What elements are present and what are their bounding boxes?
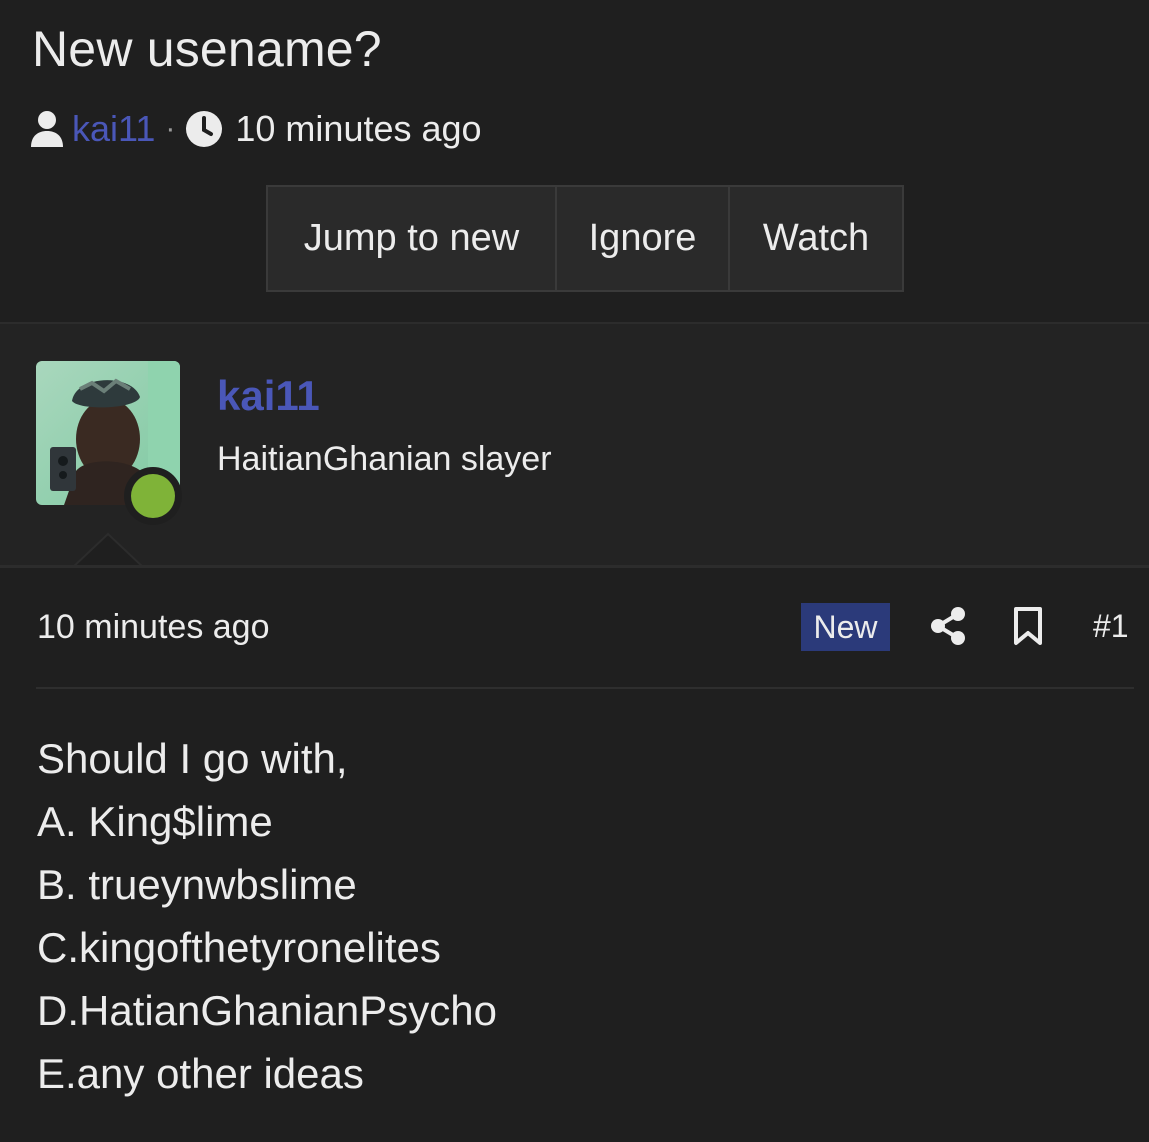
meta-separator: · [165, 112, 176, 145]
post-line: E.any other ideas [37, 1050, 364, 1097]
post-user-block: kai11 HaitianGhanian slayer [0, 324, 1149, 565]
post-line: C.kingofthetyronelites [37, 924, 441, 971]
clock-icon [185, 110, 223, 148]
divider [36, 687, 1134, 689]
divider [0, 565, 1149, 568]
watch-button[interactable]: Watch [730, 187, 902, 290]
post-line: Should I go with, [37, 735, 348, 782]
online-status-indicator [124, 467, 182, 525]
thread-author-link[interactable]: kai11 [72, 108, 155, 150]
thread-actions: Jump to new Ignore Watch [266, 185, 904, 292]
thread-header: New usename? kai11 · 10 minutes ago Jump… [0, 0, 1149, 323]
post-line: A. King$lime [37, 798, 273, 845]
post-meta: 10 minutes ago New #1 [0, 600, 1149, 656]
message-arrow [72, 532, 144, 568]
post-line: B. trueynwbslime [37, 861, 357, 908]
jump-to-new-button[interactable]: Jump to new [268, 187, 557, 290]
bookmark-icon[interactable] [1013, 606, 1043, 651]
user-title: HaitianGhanian slayer [217, 440, 552, 478]
post-number-link[interactable]: #1 [1093, 608, 1129, 645]
thread-title: New usename? [32, 21, 382, 77]
post-time[interactable]: 10 minutes ago [37, 608, 270, 647]
thread-time: 10 minutes ago [235, 108, 482, 149]
user-icon [30, 110, 64, 148]
post-body: Should I go with, A. King$lime B. trueyn… [37, 734, 497, 1112]
share-icon[interactable] [930, 606, 966, 651]
ignore-button[interactable]: Ignore [557, 187, 730, 290]
post-line: D.HatianGhanianPsycho [37, 987, 497, 1034]
new-badge: New [801, 603, 890, 651]
thread-meta: kai11 · 10 minutes ago [30, 108, 482, 150]
post-author-link[interactable]: kai11 [217, 372, 320, 420]
